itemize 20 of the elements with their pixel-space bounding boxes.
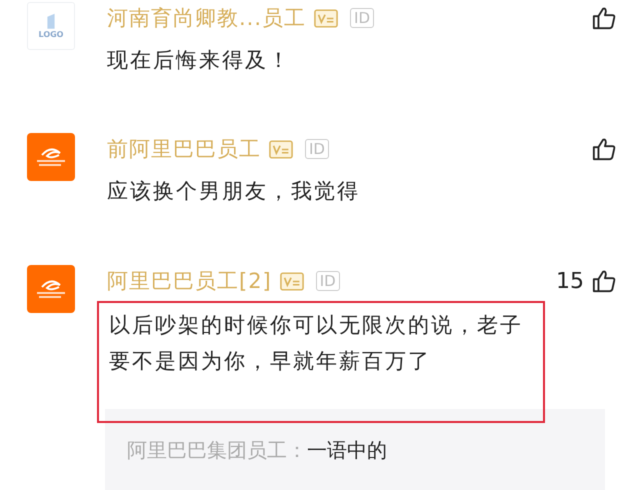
comment-text: 现在后悔来得及！	[107, 47, 292, 74]
thumbs-up-icon[interactable]	[592, 6, 616, 30]
company-logo-icon[interactable]	[27, 133, 75, 181]
author-name[interactable]: 阿里巴巴员工[2]	[107, 267, 272, 295]
thumbs-up-icon[interactable]	[592, 137, 616, 161]
company-logo-icon[interactable]	[27, 265, 75, 313]
logo-text: LOGO	[38, 30, 64, 40]
author-name[interactable]: 前阿里巴巴员工	[107, 135, 261, 163]
building-icon	[45, 12, 57, 30]
thumbs-up-icon[interactable]	[592, 269, 616, 293]
author-name[interactable]: 河南育尚卿教...员工	[107, 4, 306, 32]
reply-text: 一语中的	[307, 437, 387, 464]
id-badge: ID	[350, 8, 374, 28]
comment-text: 应该换个男朋友，我觉得	[107, 178, 361, 205]
reply-author[interactable]: 阿里巴巴集团员工：	[127, 437, 307, 464]
id-badge: ID	[316, 271, 340, 291]
comment-text: 以后吵架的时候你可以无限次的说，老子要不是因为你，早就年薪百万了	[109, 312, 524, 375]
company-logo-placeholder[interactable]: LOGO	[27, 2, 75, 50]
id-badge: ID	[305, 139, 329, 159]
like-count: 15	[556, 268, 584, 294]
